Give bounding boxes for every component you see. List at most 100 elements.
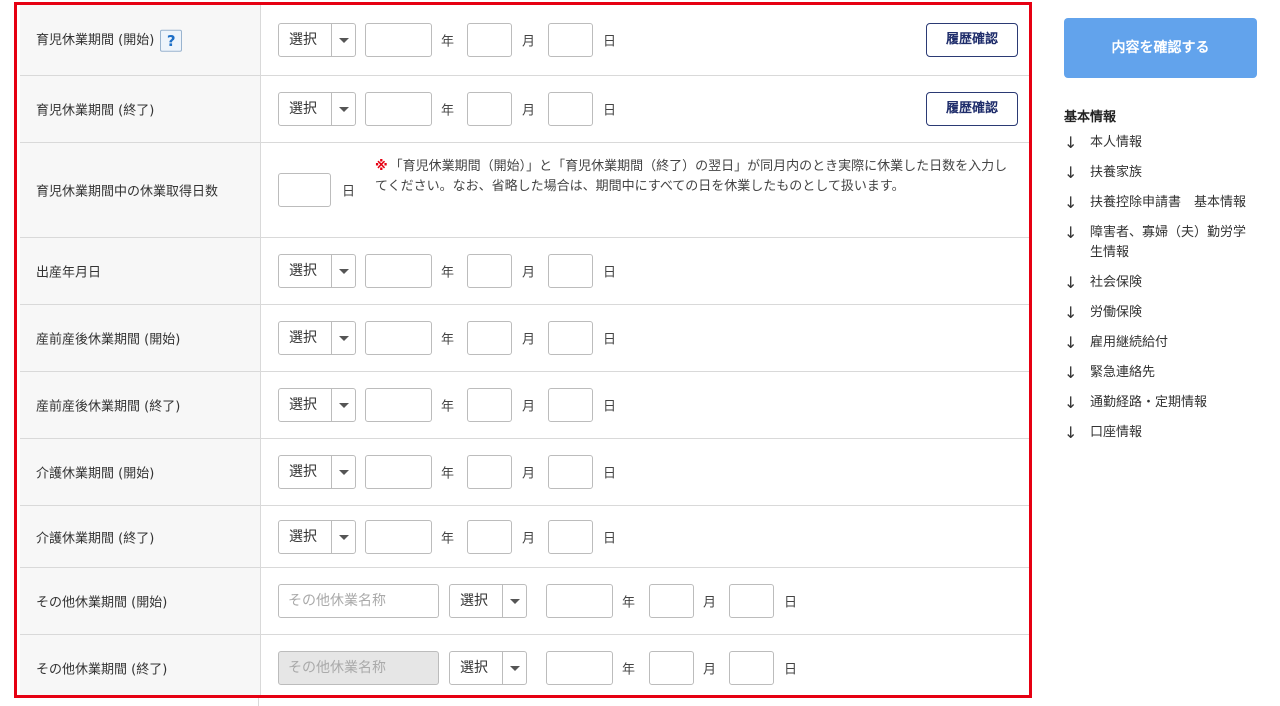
day-input[interactable] [548,23,593,57]
nav-item-commute[interactable]: ↓ 通勤経路・定期情報 [1064,393,1258,413]
month-input[interactable] [649,584,694,618]
row-childcare-days: 育児休業期間中の休業取得日数 日 ※ 「育児休業期間（開始）」と「育児休業期間（終… [20,143,1029,238]
year-input[interactable] [365,92,432,126]
year-input[interactable] [365,455,432,489]
day-unit: 日 [603,531,617,546]
month-input[interactable] [467,455,512,489]
row-label: 出産年月日 [36,265,102,281]
day-input[interactable] [729,584,774,618]
nav-item-label: 社会保険 [1090,275,1143,290]
row-childcare-end: 育児休業期間 (終了) 選択 年 月 日 履歴確認 [20,76,1029,143]
era-select[interactable]: 選択 [449,584,527,618]
month-input[interactable] [467,23,512,57]
arrow-down-icon: ↓ [1064,303,1078,322]
chevron-down-icon [331,520,355,553]
history-button[interactable]: 履歴確認 [926,23,1018,57]
year-input[interactable] [365,254,432,288]
era-select[interactable]: 選択 [278,321,356,355]
month-input[interactable] [467,388,512,422]
month-unit: 月 [522,265,536,281]
month-unit: 月 [522,531,536,546]
row-label-cell: 産前産後休業期間 (終了) [20,372,261,438]
chevron-down-icon [331,322,355,354]
month-unit: 月 [522,103,536,119]
day-input[interactable] [548,321,593,355]
other-leave-name-input[interactable]: その他休業名称 [278,584,439,618]
era-select[interactable]: 選択 [278,254,356,288]
nav-item-deduction-form[interactable]: ↓ 扶養控除申請書 基本情報 [1064,193,1258,213]
era-select[interactable]: 選択 [278,519,356,554]
chevron-down-icon [331,456,355,488]
select-label: 選択 [289,397,317,413]
row-label-cell: その他休業期間 (開始) [20,568,261,634]
row-label-cell: 出産年月日 [20,238,261,304]
days-input[interactable] [278,173,331,207]
row-label: その他休業期間 (終了) [36,662,168,678]
chevron-down-icon [502,585,526,617]
row-label: 介護休業期間 (開始) [36,466,155,482]
confirm-button[interactable]: 内容を確認する [1064,18,1257,78]
year-input[interactable] [365,321,432,355]
nav-item-label: 口座情報 [1090,425,1143,440]
day-input[interactable] [548,455,593,489]
chevron-down-icon [502,652,526,684]
nav-item-labor-insurance[interactable]: ↓ 労働保険 [1064,303,1258,323]
day-input[interactable] [548,519,593,554]
day-input[interactable] [729,651,774,685]
day-unit: 日 [603,265,617,281]
row-label-cell: 介護休業期間 (終了) [20,506,261,567]
year-input[interactable] [365,519,432,554]
month-input[interactable] [467,519,512,554]
nav-heading: 基本情報 [1064,110,1117,125]
day-input[interactable] [548,254,593,288]
era-select[interactable]: 選択 [278,92,356,126]
year-input[interactable] [546,651,613,685]
row-label-cell: その他休業期間 (終了) [20,635,261,695]
nav-item-social-insurance[interactable]: ↓ 社会保険 [1064,273,1258,293]
month-unit: 月 [522,399,536,415]
help-icon[interactable]: ? [160,29,183,52]
select-label: 選択 [289,263,317,279]
year-input[interactable] [365,388,432,422]
nav-item-personal[interactable]: ↓ 本人情報 [1064,133,1258,153]
select-label: 選択 [460,593,488,609]
nav-item-label: 労働保険 [1090,305,1143,320]
year-unit: 年 [441,531,455,546]
day-input[interactable] [548,92,593,126]
year-input[interactable] [546,584,613,618]
arrow-down-icon: ↓ [1064,363,1078,382]
nav-item-bank-account[interactable]: ↓ 口座情報 [1064,423,1258,443]
day-unit: 日 [603,34,617,50]
month-unit: 月 [522,34,536,50]
month-unit: 月 [522,332,536,348]
era-select[interactable]: 選択 [278,23,356,57]
nav-item-label: 扶養控除申請書 基本情報 [1090,195,1247,210]
chevron-down-icon [331,93,355,125]
year-input[interactable] [365,23,432,57]
month-input[interactable] [467,254,512,288]
note-body: 「育児休業期間（開始）」と「育児休業期間（終了）の翌日」が同月内のとき実際に休業… [375,159,1008,194]
select-label: 選択 [289,101,317,117]
day-input[interactable] [548,388,593,422]
arrow-down-icon: ↓ [1064,333,1078,352]
row-label-cell: 育児休業期間中の休業取得日数 [20,143,261,237]
era-select[interactable]: 選択 [278,455,356,489]
row-birth-date: 出産年月日 選択 年 月 日 [20,238,1029,305]
nav-item-disability[interactable]: ↓ 障害者、寡婦（夫）勤労学生情報 [1064,223,1258,263]
nav-item-employment-benefit[interactable]: ↓ 雇用継続給付 [1064,333,1258,353]
era-select[interactable]: 選択 [278,388,356,422]
era-select[interactable]: 選択 [449,651,527,685]
month-input[interactable] [649,651,694,685]
day-unit: 日 [603,399,617,415]
arrow-down-icon: ↓ [1064,423,1078,442]
history-button[interactable]: 履歴確認 [926,92,1018,126]
row-label: 育児休業期間 (終了) [36,103,155,119]
month-input[interactable] [467,321,512,355]
month-input[interactable] [467,92,512,126]
year-unit: 年 [441,466,455,482]
nav-item-emergency-contact[interactable]: ↓ 緊急連絡先 [1064,363,1258,383]
nav-item-dependents[interactable]: ↓ 扶養家族 [1064,163,1258,183]
row-label: 育児休業期間 (開始)? [36,29,183,52]
year-unit: 年 [622,595,636,611]
nav-item-label: 本人情報 [1090,135,1143,150]
